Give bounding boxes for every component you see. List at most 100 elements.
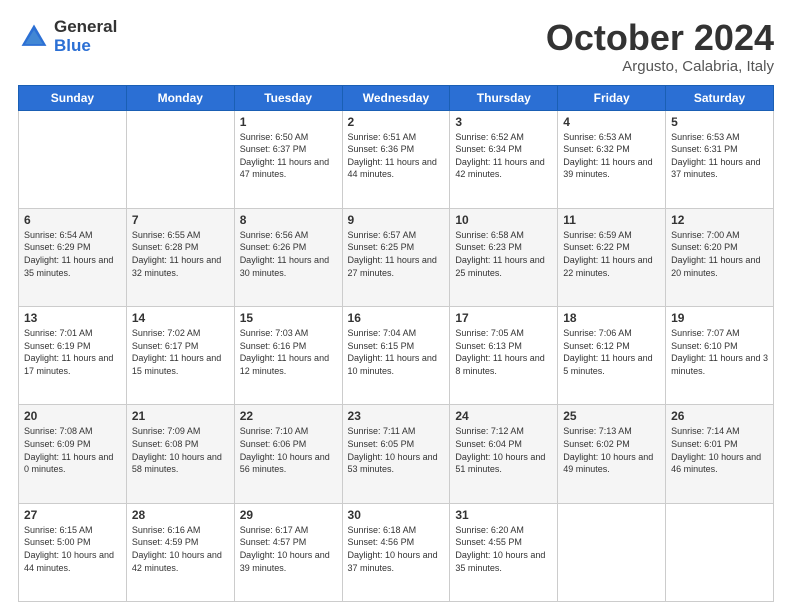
day-number: 11 bbox=[563, 213, 660, 227]
table-cell: 18 Sunrise: 7:06 AMSunset: 6:12 PMDaylig… bbox=[558, 307, 666, 405]
table-cell: 19 Sunrise: 7:07 AMSunset: 6:10 PMDaylig… bbox=[666, 307, 774, 405]
day-number: 29 bbox=[240, 508, 337, 522]
day-number: 22 bbox=[240, 409, 337, 423]
col-tuesday: Tuesday bbox=[234, 85, 342, 110]
table-cell: 23 Sunrise: 7:11 AMSunset: 6:05 PMDaylig… bbox=[342, 405, 450, 503]
day-number: 27 bbox=[24, 508, 121, 522]
day-number: 13 bbox=[24, 311, 121, 325]
table-cell: 25 Sunrise: 7:13 AMSunset: 6:02 PMDaylig… bbox=[558, 405, 666, 503]
day-info: Sunrise: 7:09 AMSunset: 6:08 PMDaylight:… bbox=[132, 426, 222, 474]
day-number: 7 bbox=[132, 213, 229, 227]
table-cell: 29 Sunrise: 6:17 AMSunset: 4:57 PMDaylig… bbox=[234, 503, 342, 601]
table-cell bbox=[19, 110, 127, 208]
table-cell: 4 Sunrise: 6:53 AMSunset: 6:32 PMDayligh… bbox=[558, 110, 666, 208]
day-info: Sunrise: 6:17 AMSunset: 4:57 PMDaylight:… bbox=[240, 525, 330, 573]
table-cell: 2 Sunrise: 6:51 AMSunset: 6:36 PMDayligh… bbox=[342, 110, 450, 208]
day-info: Sunrise: 6:20 AMSunset: 4:55 PMDaylight:… bbox=[455, 525, 545, 573]
day-number: 5 bbox=[671, 115, 768, 129]
col-thursday: Thursday bbox=[450, 85, 558, 110]
table-cell bbox=[558, 503, 666, 601]
day-info: Sunrise: 6:16 AMSunset: 4:59 PMDaylight:… bbox=[132, 525, 222, 573]
table-cell: 15 Sunrise: 7:03 AMSunset: 6:16 PMDaylig… bbox=[234, 307, 342, 405]
table-cell: 11 Sunrise: 6:59 AMSunset: 6:22 PMDaylig… bbox=[558, 208, 666, 306]
day-number: 21 bbox=[132, 409, 229, 423]
day-info: Sunrise: 7:10 AMSunset: 6:06 PMDaylight:… bbox=[240, 426, 330, 474]
table-cell: 5 Sunrise: 6:53 AMSunset: 6:31 PMDayligh… bbox=[666, 110, 774, 208]
day-info: Sunrise: 7:06 AMSunset: 6:12 PMDaylight:… bbox=[563, 328, 652, 376]
day-info: Sunrise: 7:00 AMSunset: 6:20 PMDaylight:… bbox=[671, 230, 760, 278]
table-cell: 27 Sunrise: 6:15 AMSunset: 5:00 PMDaylig… bbox=[19, 503, 127, 601]
table-cell: 9 Sunrise: 6:57 AMSunset: 6:25 PMDayligh… bbox=[342, 208, 450, 306]
table-cell: 22 Sunrise: 7:10 AMSunset: 6:06 PMDaylig… bbox=[234, 405, 342, 503]
day-number: 26 bbox=[671, 409, 768, 423]
col-saturday: Saturday bbox=[666, 85, 774, 110]
day-info: Sunrise: 6:53 AMSunset: 6:32 PMDaylight:… bbox=[563, 132, 652, 180]
day-info: Sunrise: 6:50 AMSunset: 6:37 PMDaylight:… bbox=[240, 132, 329, 180]
day-info: Sunrise: 6:57 AMSunset: 6:25 PMDaylight:… bbox=[348, 230, 437, 278]
table-cell: 24 Sunrise: 7:12 AMSunset: 6:04 PMDaylig… bbox=[450, 405, 558, 503]
day-number: 16 bbox=[348, 311, 445, 325]
day-info: Sunrise: 6:52 AMSunset: 6:34 PMDaylight:… bbox=[455, 132, 544, 180]
location: Argusto, Calabria, Italy bbox=[546, 58, 774, 75]
page: General Blue October 2024 Argusto, Calab… bbox=[0, 0, 792, 612]
table-cell: 14 Sunrise: 7:02 AMSunset: 6:17 PMDaylig… bbox=[126, 307, 234, 405]
col-friday: Friday bbox=[558, 85, 666, 110]
calendar-header-row: Sunday Monday Tuesday Wednesday Thursday… bbox=[19, 85, 774, 110]
day-number: 24 bbox=[455, 409, 552, 423]
day-number: 3 bbox=[455, 115, 552, 129]
table-cell: 21 Sunrise: 7:09 AMSunset: 6:08 PMDaylig… bbox=[126, 405, 234, 503]
day-number: 28 bbox=[132, 508, 229, 522]
day-number: 1 bbox=[240, 115, 337, 129]
table-cell: 28 Sunrise: 6:16 AMSunset: 4:59 PMDaylig… bbox=[126, 503, 234, 601]
table-cell: 8 Sunrise: 6:56 AMSunset: 6:26 PMDayligh… bbox=[234, 208, 342, 306]
table-cell: 31 Sunrise: 6:20 AMSunset: 4:55 PMDaylig… bbox=[450, 503, 558, 601]
day-number: 23 bbox=[348, 409, 445, 423]
day-info: Sunrise: 7:11 AMSunset: 6:05 PMDaylight:… bbox=[348, 426, 438, 474]
day-info: Sunrise: 6:54 AMSunset: 6:29 PMDaylight:… bbox=[24, 230, 113, 278]
logo-text: General Blue bbox=[54, 18, 117, 55]
day-info: Sunrise: 6:58 AMSunset: 6:23 PMDaylight:… bbox=[455, 230, 544, 278]
day-info: Sunrise: 7:04 AMSunset: 6:15 PMDaylight:… bbox=[348, 328, 437, 376]
day-number: 19 bbox=[671, 311, 768, 325]
day-number: 18 bbox=[563, 311, 660, 325]
calendar-table: Sunday Monday Tuesday Wednesday Thursday… bbox=[18, 85, 774, 602]
day-info: Sunrise: 7:13 AMSunset: 6:02 PMDaylight:… bbox=[563, 426, 653, 474]
table-cell: 12 Sunrise: 7:00 AMSunset: 6:20 PMDaylig… bbox=[666, 208, 774, 306]
day-info: Sunrise: 6:55 AMSunset: 6:28 PMDaylight:… bbox=[132, 230, 221, 278]
day-info: Sunrise: 7:12 AMSunset: 6:04 PMDaylight:… bbox=[455, 426, 545, 474]
table-cell: 3 Sunrise: 6:52 AMSunset: 6:34 PMDayligh… bbox=[450, 110, 558, 208]
day-info: Sunrise: 6:59 AMSunset: 6:22 PMDaylight:… bbox=[563, 230, 652, 278]
day-info: Sunrise: 6:15 AMSunset: 5:00 PMDaylight:… bbox=[24, 525, 114, 573]
col-monday: Monday bbox=[126, 85, 234, 110]
header: General Blue October 2024 Argusto, Calab… bbox=[18, 18, 774, 75]
day-number: 25 bbox=[563, 409, 660, 423]
table-cell: 1 Sunrise: 6:50 AMSunset: 6:37 PMDayligh… bbox=[234, 110, 342, 208]
table-cell bbox=[666, 503, 774, 601]
day-number: 10 bbox=[455, 213, 552, 227]
day-number: 15 bbox=[240, 311, 337, 325]
month-title: October 2024 bbox=[546, 18, 774, 58]
table-cell: 10 Sunrise: 6:58 AMSunset: 6:23 PMDaylig… bbox=[450, 208, 558, 306]
table-cell: 13 Sunrise: 7:01 AMSunset: 6:19 PMDaylig… bbox=[19, 307, 127, 405]
table-cell: 20 Sunrise: 7:08 AMSunset: 6:09 PMDaylig… bbox=[19, 405, 127, 503]
day-info: Sunrise: 7:14 AMSunset: 6:01 PMDaylight:… bbox=[671, 426, 761, 474]
logo-icon bbox=[18, 21, 50, 53]
day-number: 14 bbox=[132, 311, 229, 325]
day-info: Sunrise: 6:51 AMSunset: 6:36 PMDaylight:… bbox=[348, 132, 437, 180]
logo: General Blue bbox=[18, 18, 117, 55]
table-cell: 30 Sunrise: 6:18 AMSunset: 4:56 PMDaylig… bbox=[342, 503, 450, 601]
day-number: 2 bbox=[348, 115, 445, 129]
col-wednesday: Wednesday bbox=[342, 85, 450, 110]
day-info: Sunrise: 7:07 AMSunset: 6:10 PMDaylight:… bbox=[671, 328, 768, 376]
day-number: 4 bbox=[563, 115, 660, 129]
day-number: 31 bbox=[455, 508, 552, 522]
day-info: Sunrise: 7:05 AMSunset: 6:13 PMDaylight:… bbox=[455, 328, 544, 376]
day-info: Sunrise: 7:03 AMSunset: 6:16 PMDaylight:… bbox=[240, 328, 329, 376]
day-number: 12 bbox=[671, 213, 768, 227]
table-cell: 7 Sunrise: 6:55 AMSunset: 6:28 PMDayligh… bbox=[126, 208, 234, 306]
day-number: 8 bbox=[240, 213, 337, 227]
title-block: October 2024 Argusto, Calabria, Italy bbox=[546, 18, 774, 75]
day-info: Sunrise: 7:02 AMSunset: 6:17 PMDaylight:… bbox=[132, 328, 221, 376]
day-number: 6 bbox=[24, 213, 121, 227]
day-info: Sunrise: 6:18 AMSunset: 4:56 PMDaylight:… bbox=[348, 525, 438, 573]
